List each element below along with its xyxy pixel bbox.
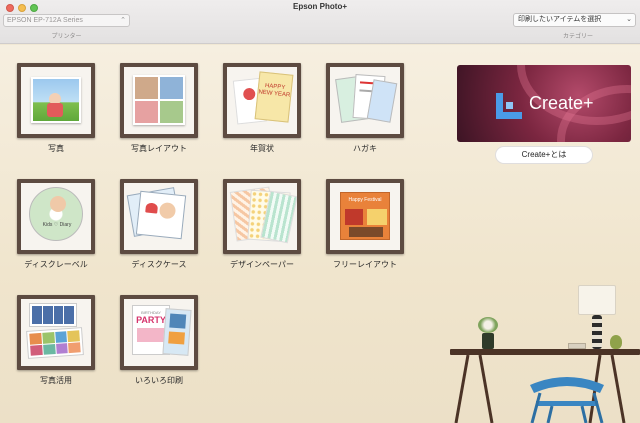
- tile-label: フリーレイアウト: [333, 260, 397, 269]
- lamp-base: [592, 315, 602, 349]
- free-layout-thumbnail: Happy Festival: [330, 183, 400, 250]
- tile-frame: Happy Festival: [326, 179, 404, 254]
- tile-free-layout[interactable]: Happy Festival フリーレイアウト: [326, 179, 406, 269]
- lamp-shade: [578, 285, 616, 315]
- tile-frame: HAPPY NEW YEAR: [223, 63, 301, 138]
- create-plus-about-button[interactable]: Create+とは: [495, 146, 593, 164]
- tile-disc-label[interactable]: Kids ♡ Diary ディスクレーベル: [17, 179, 97, 269]
- photo-thumbnail: [21, 67, 91, 134]
- tile-frame: [120, 179, 198, 254]
- tile-label: ディスクレーベル: [24, 260, 88, 269]
- free-layout-text: Happy Festival: [348, 197, 382, 203]
- chevron-down-icon: ⌄: [626, 16, 632, 23]
- tile-frame: [120, 63, 198, 138]
- create-plus-banner[interactable]: Create+: [457, 65, 631, 142]
- nengajo-text: HAPPY NEW YEAR: [254, 71, 294, 123]
- tile-frame: [223, 179, 301, 254]
- tile-photo-utilize[interactable]: 写真活用: [17, 295, 97, 385]
- category-caption: カテゴリー: [562, 34, 593, 40]
- tile-label: 写真レイアウト: [131, 144, 187, 153]
- postcard-thumbnail: [330, 67, 400, 134]
- tile-label: 写真: [48, 144, 64, 153]
- printer-caption: プリンター: [51, 34, 82, 40]
- tile-label: デザインペーパー: [230, 260, 294, 269]
- category-select-value: 印刷したいアイテムを選択: [518, 16, 602, 23]
- chair: [530, 377, 604, 423]
- tile-label: いろいろ印刷: [135, 376, 183, 385]
- title-bar: Epson Photo+ EPSON EP-712A Series ⌃ プリンタ…: [0, 0, 640, 44]
- tile-label: ディスクケース: [131, 260, 187, 269]
- tile-frame: Kids ♡ Diary: [17, 179, 95, 254]
- tile-disc-case[interactable]: ディスクケース: [120, 179, 200, 269]
- chevron-updown-icon: ⌃: [120, 17, 126, 24]
- tile-photo-layout[interactable]: 写真レイアウト: [120, 63, 200, 153]
- various-print-thumbnail: BIRTHDAY PARTY: [124, 299, 194, 366]
- window-title: Epson Photo+: [293, 2, 347, 11]
- create-plus-title: Create+: [529, 93, 594, 113]
- disc-label-text: Kids ♡ Diary: [42, 222, 72, 228]
- main-content: 写真 写真レイアウト HAPPY NEW YEAR 年賀状 ハガキ Kids ♡…: [0, 45, 640, 423]
- tile-frame: [17, 63, 95, 138]
- disc-case-thumbnail: [124, 183, 194, 250]
- tile-label: 年賀状: [250, 144, 274, 153]
- desk-scene-illustration: [440, 277, 640, 423]
- new-year-card-thumbnail: HAPPY NEW YEAR: [227, 67, 297, 134]
- category-select[interactable]: 印刷したいアイテムを選択 ⌄: [513, 13, 636, 27]
- tile-photo[interactable]: 写真: [17, 63, 97, 153]
- create-plus-logo-icon: [496, 93, 522, 119]
- tile-frame: BIRTHDAY PARTY: [120, 295, 198, 370]
- pear-ornament: [610, 335, 622, 349]
- tile-various-print[interactable]: BIRTHDAY PARTY いろいろ印刷: [120, 295, 200, 385]
- tile-design-paper[interactable]: デザインペーパー: [223, 179, 303, 269]
- tile-frame: [326, 63, 404, 138]
- photo-layout-thumbnail: [124, 67, 194, 134]
- tile-new-year-card[interactable]: HAPPY NEW YEAR 年賀状: [223, 63, 303, 153]
- tile-frame: [17, 295, 95, 370]
- tile-label: ハガキ: [353, 144, 377, 153]
- design-paper-thumbnail: [227, 183, 297, 250]
- tile-label: 写真活用: [40, 376, 72, 385]
- photo-utilize-thumbnail: [21, 299, 91, 366]
- flower-vase: [478, 317, 498, 333]
- printer-select-value: EPSON EP-712A Series: [7, 17, 83, 24]
- tile-postcard[interactable]: ハガキ: [326, 63, 406, 153]
- disc-label-thumbnail: Kids ♡ Diary: [21, 183, 91, 250]
- printer-select[interactable]: EPSON EP-712A Series ⌃: [3, 14, 130, 27]
- vase: [482, 333, 494, 349]
